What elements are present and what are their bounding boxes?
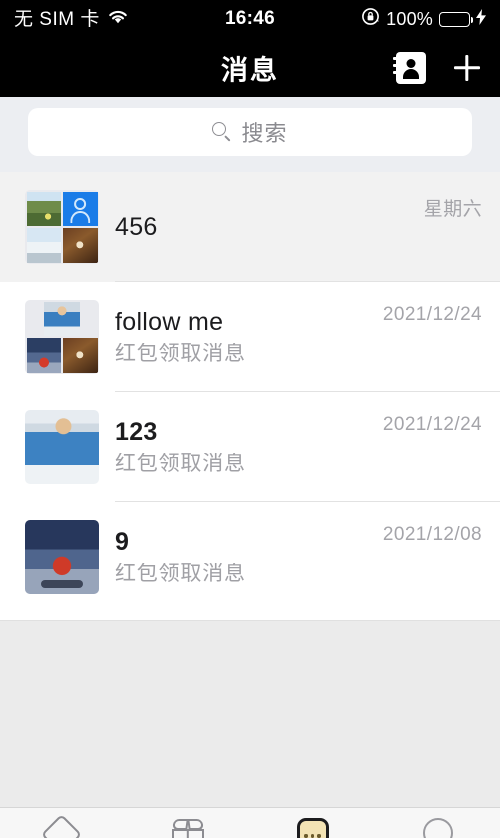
carrier-label: 无 SIM 卡 xyxy=(14,8,100,30)
chat-list-item[interactable]: 9 红包领取消息 2021/12/08 xyxy=(0,502,500,612)
avatar-photo xyxy=(25,410,99,484)
contacts-spine-mark xyxy=(393,70,399,74)
face-dot xyxy=(317,834,321,838)
chat-name: 123 xyxy=(115,418,158,446)
avatar-tile xyxy=(26,337,62,373)
message-face-icon xyxy=(296,818,329,838)
avatar xyxy=(25,190,99,264)
chat-preview: 红包领取消息 xyxy=(115,453,246,476)
chat-timestamp: 2021/12/08 xyxy=(382,524,482,545)
chat-name: 456 xyxy=(115,213,158,241)
gift-icon xyxy=(170,818,206,838)
contacts-person-body xyxy=(403,68,419,79)
gift-bow-right xyxy=(186,819,204,830)
search-icon xyxy=(212,122,232,142)
status-bar: 无 SIM 卡 16:46 100% xyxy=(0,0,500,38)
status-bar-right: 100% xyxy=(361,7,486,31)
status-bar-left: 无 SIM 卡 xyxy=(14,9,129,30)
app-screen: 无 SIM 卡 16:46 100% 消息 搜索 456 星期六 follow … xyxy=(0,0,500,838)
search-zone: 搜索 xyxy=(0,97,500,172)
group-avatar-grid xyxy=(25,190,99,264)
avatar xyxy=(25,410,99,484)
face-dot xyxy=(310,834,315,838)
chat-timestamp: 星期六 xyxy=(423,199,482,220)
avatar-tile-wrapper xyxy=(26,301,98,337)
avatar-tile xyxy=(26,227,62,263)
tab-messages[interactable] xyxy=(250,808,375,838)
avatar xyxy=(25,300,99,374)
nav-bar: 消息 xyxy=(0,38,500,97)
avatar-tile xyxy=(26,191,62,227)
wifi-icon xyxy=(107,9,129,30)
contacts-spine-mark xyxy=(393,56,399,60)
empty-list-area xyxy=(0,620,500,807)
home-icon xyxy=(46,818,80,838)
nav-actions xyxy=(393,51,482,84)
tab-profile[interactable] xyxy=(375,808,500,838)
contacts-book-icon[interactable] xyxy=(393,51,426,84)
group-avatar-grid xyxy=(25,300,99,374)
chat-text: 123 红包领取消息 xyxy=(115,419,383,475)
avatar-tile xyxy=(62,337,98,373)
chat-list: 456 星期六 follow me 红包领取消息 2021/12/24 123 … xyxy=(0,172,500,612)
search-placeholder: 搜索 xyxy=(241,121,288,146)
chat-text: follow me 红包领取消息 xyxy=(115,309,383,365)
search-input[interactable]: 搜索 xyxy=(28,108,472,156)
chat-preview: 红包领取消息 xyxy=(115,343,246,366)
chat-preview: 红包领取消息 xyxy=(115,563,246,586)
avatar-tile xyxy=(43,301,81,337)
chat-name: follow me xyxy=(115,308,224,336)
gift-ribbon xyxy=(186,829,189,838)
avatar xyxy=(25,520,99,594)
chat-text: 456 xyxy=(115,214,424,240)
avatar-tile-default-user xyxy=(62,191,98,227)
tab-home[interactable] xyxy=(0,808,125,838)
contacts-person-head xyxy=(406,58,416,68)
face-dot xyxy=(304,834,308,838)
tab-bar xyxy=(0,807,500,838)
chat-text: 9 红包领取消息 xyxy=(115,529,383,585)
contacts-spine-mark xyxy=(393,63,399,67)
avatar-tile xyxy=(62,227,98,263)
chat-list-item[interactable]: 456 星期六 xyxy=(0,172,500,282)
search-icon-handle xyxy=(224,134,231,141)
rotation-lock-icon xyxy=(361,7,380,31)
gift-bow-left xyxy=(171,819,189,830)
lightning-bolt-icon xyxy=(476,8,486,30)
chat-list-item[interactable]: 123 红包领取消息 2021/12/24 xyxy=(0,392,500,502)
search-icon-ring xyxy=(212,122,227,136)
tab-gift[interactable] xyxy=(125,808,250,838)
battery-percent-label: 100% xyxy=(386,8,433,29)
chat-list-item[interactable]: follow me 红包领取消息 2021/12/24 xyxy=(0,282,500,392)
battery-icon xyxy=(439,11,474,27)
profile-circle-icon xyxy=(422,818,453,838)
chat-timestamp: 2021/12/24 xyxy=(382,304,482,325)
plus-icon[interactable] xyxy=(452,53,482,83)
avatar-photo xyxy=(25,520,99,594)
chat-name: 9 xyxy=(115,528,130,556)
chat-timestamp: 2021/12/24 xyxy=(382,414,482,435)
